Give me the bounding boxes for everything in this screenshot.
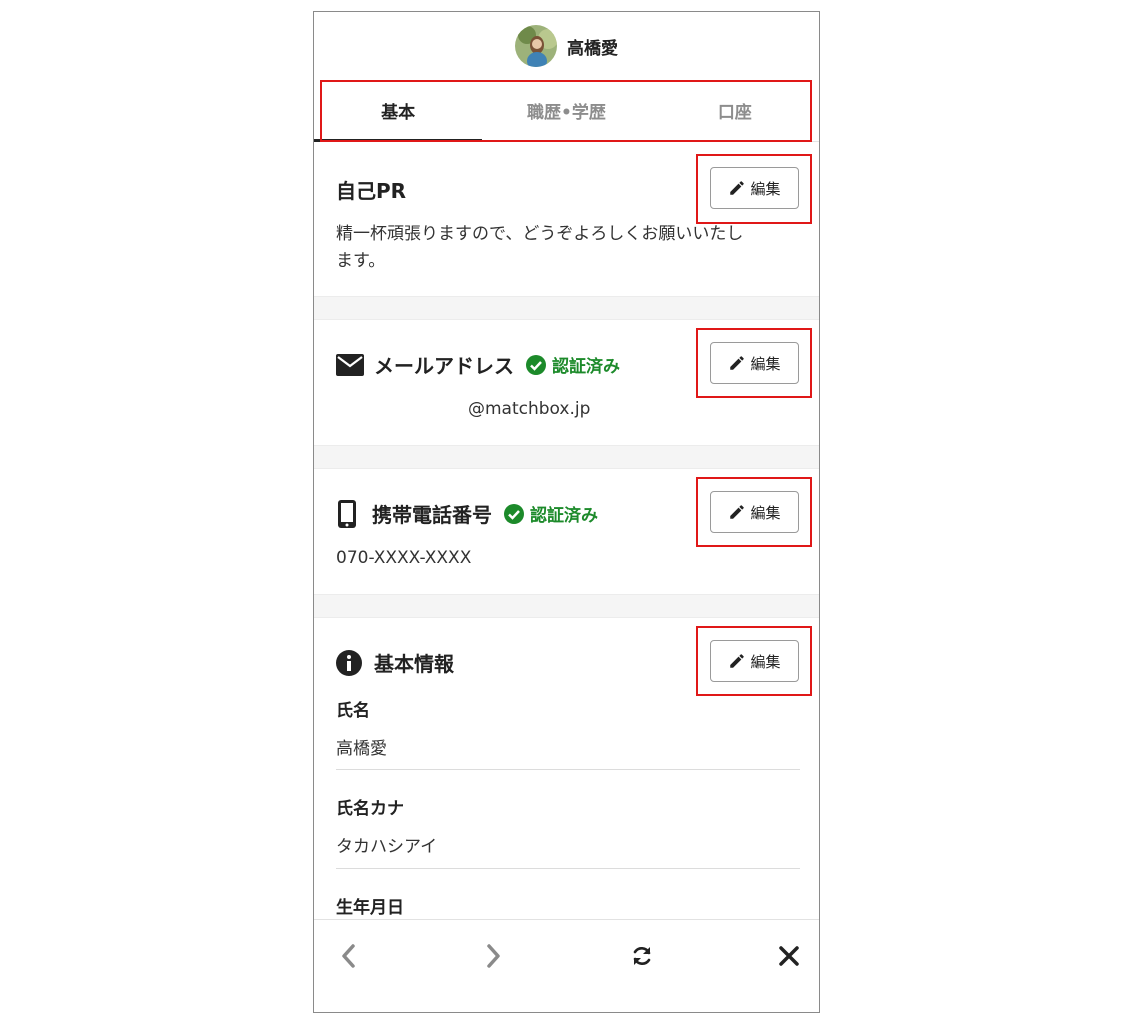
edit-label: 編集	[750, 503, 781, 522]
avatar	[515, 25, 557, 67]
close-icon	[779, 946, 799, 966]
mobile-phone-icon	[338, 499, 356, 528]
phone-verified-text: 認証済み	[530, 506, 598, 526]
forward-button[interactable]	[476, 938, 512, 974]
edit-label: 編集	[750, 179, 781, 198]
basic-info-edit-button[interactable]: 編集	[710, 640, 799, 682]
check-circle-icon	[504, 503, 524, 524]
phone-edit-button[interactable]: 編集	[710, 491, 799, 533]
section-divider	[314, 296, 819, 320]
self-pr-text-line1: 精一杯頑張りますので、どうぞよろしくお願いいたし	[336, 224, 744, 244]
field-label-birthdate: 生年月日	[336, 898, 404, 918]
pencil-icon	[730, 356, 745, 370]
tab-career-education[interactable]: 職歴•学歴	[482, 80, 650, 141]
email-title: メールアドレス	[374, 354, 514, 378]
basic-info-title: 基本情報	[374, 652, 454, 676]
email-verified-badge: 認証済み	[526, 352, 620, 377]
refresh-icon	[633, 947, 651, 965]
phone-title: 携帯電話番号	[372, 503, 492, 527]
info-icon	[336, 649, 362, 676]
phone-verified-badge: 認証済み	[504, 501, 598, 526]
email-heading: メールアドレス 認証済み	[336, 350, 620, 379]
self-pr-edit-button[interactable]: 編集	[710, 167, 799, 209]
section-divider	[314, 445, 819, 469]
field-label-name-kana: 氏名カナ	[336, 799, 404, 819]
tab-bar: 基本 職歴•学歴 口座	[314, 80, 819, 142]
field-divider	[336, 769, 800, 770]
section-divider	[314, 594, 819, 618]
email-verified-text: 認証済み	[552, 357, 620, 377]
refresh-button[interactable]	[624, 938, 660, 974]
self-pr-heading: 自己PR	[336, 175, 406, 204]
email-value: @matchbox.jp	[468, 399, 591, 419]
envelope-icon	[336, 353, 364, 376]
back-arrow-icon	[342, 944, 355, 968]
field-value-name-kana: タカハシアイ	[336, 837, 438, 857]
forward-arrow-icon	[487, 944, 500, 968]
field-divider	[336, 868, 800, 869]
profile-header: 高橋愛	[314, 12, 819, 80]
phone-value: 070-XXXX-XXXX	[336, 548, 472, 568]
self-pr-text: 精一杯頑張りますので、どうぞよろしくお願いいたし ます。	[336, 221, 743, 275]
phone-frame: 高橋愛 基本 職歴•学歴 口座 自己PR 編集 精一杯頑張りますので、どうぞよろ…	[313, 11, 820, 1013]
pencil-icon	[730, 181, 745, 195]
field-label-name: 氏名	[336, 701, 370, 721]
email-edit-button[interactable]: 編集	[710, 342, 799, 384]
pencil-icon	[730, 654, 745, 668]
close-button[interactable]	[771, 938, 807, 974]
edit-label: 編集	[750, 652, 781, 671]
basic-info-heading: 基本情報	[336, 648, 454, 677]
bottom-toolbar	[314, 919, 819, 1012]
tab-basic[interactable]: 基本	[314, 80, 483, 142]
self-pr-title: 自己PR	[336, 179, 407, 203]
phone-heading: 携帯電話番号 認証済み	[336, 499, 598, 528]
self-pr-text-line2: ます。	[336, 251, 386, 271]
field-value-name: 高橋愛	[336, 739, 387, 759]
tab-bank-account[interactable]: 口座	[651, 80, 819, 141]
check-circle-icon	[526, 354, 546, 375]
pencil-icon	[730, 505, 745, 519]
back-button[interactable]	[330, 938, 366, 974]
edit-label: 編集	[750, 354, 781, 373]
user-name: 高橋愛	[567, 38, 618, 59]
